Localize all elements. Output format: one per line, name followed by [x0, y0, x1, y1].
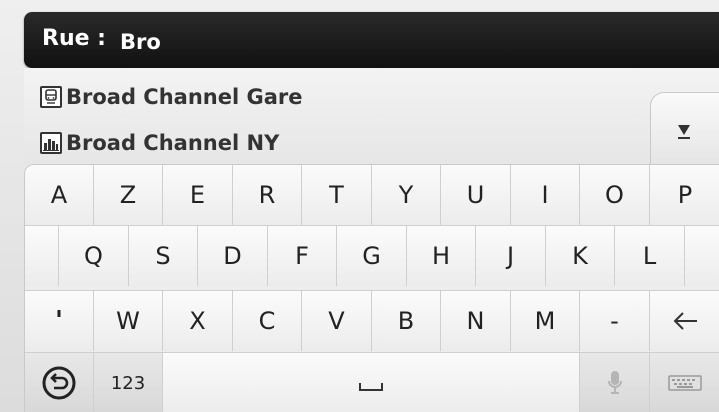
key-q[interactable]: Q — [59, 226, 129, 286]
key-z[interactable]: Z — [94, 165, 163, 225]
key-n[interactable]: N — [441, 291, 511, 351]
result-label: Broad Channel Gare — [66, 85, 303, 109]
keyboard-layout-key[interactable] — [650, 353, 719, 412]
keyboard-layout-icon — [668, 375, 702, 391]
backspace-key[interactable] — [650, 291, 719, 351]
app-frame: Rue : Bro Broad Channel Gare Broad Chann… — [0, 0, 719, 412]
train-station-icon — [40, 86, 62, 108]
result-item-broad-channel-ny[interactable]: Broad Channel NY — [40, 128, 279, 158]
key-g[interactable]: G — [337, 226, 407, 286]
keyboard-row-3: ' W X C V B N M - — [25, 291, 719, 351]
search-input[interactable]: Bro — [120, 30, 161, 54]
key-f[interactable]: F — [268, 226, 337, 286]
on-screen-keyboard: A Z E R T Y U I O P Q S D F G H J K L ' — [24, 164, 719, 412]
numbers-key[interactable]: 123 — [94, 353, 163, 412]
search-bar[interactable]: Rue : Bro — [24, 12, 719, 68]
space-key[interactable] — [163, 353, 580, 412]
key-a[interactable]: A — [25, 165, 94, 225]
key-y[interactable]: Y — [372, 165, 441, 225]
back-button[interactable] — [25, 353, 94, 412]
key-v[interactable]: V — [302, 291, 372, 351]
city-icon — [40, 132, 62, 154]
key-b[interactable]: B — [372, 291, 441, 351]
key-l[interactable]: L — [615, 226, 685, 286]
key-spacer-right — [685, 226, 719, 286]
scroll-down-icon — [678, 125, 690, 139]
keyboard-row-2: Q S D F G H J K L — [25, 226, 719, 286]
result-item-broad-channel-gare[interactable]: Broad Channel Gare — [40, 82, 303, 112]
key-h[interactable]: H — [407, 226, 476, 286]
key-d[interactable]: D — [198, 226, 268, 286]
result-label: Broad Channel NY — [66, 131, 280, 155]
key-spacer-left — [25, 226, 59, 286]
key-t[interactable]: T — [302, 165, 372, 225]
key-s[interactable]: S — [129, 226, 198, 286]
key-m[interactable]: M — [511, 291, 580, 351]
microphone-icon — [607, 371, 622, 394]
keyboard-row-1: A Z E R T Y U I O P — [25, 165, 719, 225]
backspace-arrow-icon — [673, 312, 697, 330]
microphone-key[interactable] — [580, 353, 650, 412]
search-field-label: Rue : — [42, 26, 106, 51]
key-k[interactable]: K — [546, 226, 615, 286]
keyboard-row-4: 123 — [25, 353, 719, 412]
key-c[interactable]: C — [233, 291, 302, 351]
key-i[interactable]: I — [511, 165, 580, 225]
key-e[interactable]: E — [163, 165, 233, 225]
key-w[interactable]: W — [94, 291, 163, 351]
key-p[interactable]: P — [650, 165, 719, 225]
key-r[interactable]: R — [233, 165, 302, 225]
key-hyphen[interactable]: - — [580, 291, 650, 351]
key-j[interactable]: J — [476, 226, 546, 286]
key-u[interactable]: U — [441, 165, 511, 225]
space-bar-icon — [359, 383, 383, 391]
key-o[interactable]: O — [580, 165, 650, 225]
results-list: Broad Channel Gare Broad Channel NY — [24, 68, 719, 176]
key-apostrophe[interactable]: ' — [25, 291, 94, 351]
back-circle-icon — [42, 366, 76, 400]
key-x[interactable]: X — [163, 291, 233, 351]
